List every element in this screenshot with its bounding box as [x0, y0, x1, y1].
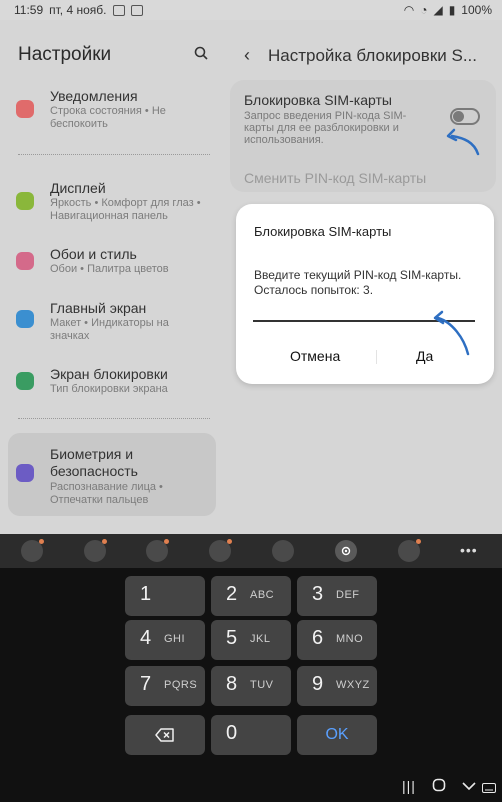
home-button-icon[interactable] [432, 778, 446, 795]
ok-key[interactable]: OK [297, 715, 377, 755]
search-icon[interactable] [398, 539, 421, 562]
status-time: 11:59 [14, 3, 44, 17]
item-title: Экран блокировки [50, 366, 168, 382]
item-title: Дисплей [50, 180, 106, 196]
navigation-bar: ||| [0, 772, 502, 802]
divider [18, 418, 210, 419]
battery-percent: 100% [461, 3, 492, 17]
status-date: пт, 4 нояб. [49, 3, 107, 17]
key-8[interactable]: 8 TUV [211, 666, 291, 706]
item-subtitle: Яркость • Комфорт для глаз • Навигационн… [50, 197, 201, 222]
home-icon [16, 310, 34, 328]
sidebar-item-lock-screen[interactable]: Экран блокировки Тип блокировки экрана [10, 364, 216, 400]
keyboard-toolbar: ••• [0, 534, 502, 568]
cancel-button[interactable]: Отмена [290, 348, 340, 364]
dialog-message: Введите текущий PIN-код SIM-карты. Остал… [254, 268, 462, 297]
search-icon[interactable] [194, 46, 208, 60]
item-title: Обои и стиль [50, 246, 137, 262]
back-chevron-icon[interactable] [462, 778, 476, 794]
wifi-icon: ◔ [420, 3, 428, 17]
emoji-icon[interactable] [21, 539, 44, 562]
sim-lock-subtitle: Запрос введения PIN-кода SIM-карты для е… [244, 110, 407, 146]
annotation-arrow-input [433, 310, 470, 356]
item-subtitle: Тип блокировки экрана [50, 383, 168, 395]
screen: 11:59 пт, 4 нояб. ◠ ◔ ◢ ▮ 100% Настройки [0, 0, 502, 802]
image-icon [112, 4, 125, 16]
item-subtitle: Распознавание лица • Отпечатки пальцев [50, 481, 163, 506]
sidebar-item-home-screen[interactable]: Главный экран Макет • Индикаторы на знач… [10, 298, 216, 346]
wifi-call-icon: ◠ [403, 3, 415, 17]
sidebar-item-display[interactable]: Дисплей Яркость • Комфорт для глаз • Нав… [10, 178, 216, 226]
item-title: Главный экран [50, 300, 147, 316]
battery-icon: ▮ [448, 3, 456, 17]
notification-icon [130, 4, 143, 16]
sim-lock-title[interactable]: Блокировка SIM-карты [244, 92, 392, 108]
shield-icon [16, 464, 34, 482]
key-9[interactable]: 9 WXYZ [297, 666, 377, 706]
button-divider [376, 350, 377, 364]
page-title: Настройки [18, 44, 112, 65]
item-subtitle: Обои • Палитра цветов [50, 263, 169, 275]
sun-icon [16, 192, 34, 210]
dialog-title: Блокировка SIM-карты [254, 224, 392, 239]
recent-apps-icon[interactable]: ||| [402, 778, 416, 794]
key-1[interactable]: 1 [125, 576, 205, 616]
backspace-key[interactable] [125, 715, 205, 755]
key-6[interactable]: 6 MNO [297, 620, 377, 660]
settings-list-pane: Настройки Уведомления Строка состояния •… [0, 20, 226, 534]
key-4[interactable]: 4 GHI [125, 620, 205, 660]
divider [18, 154, 210, 155]
back-arrow-icon[interactable]: ‹ [244, 45, 250, 66]
sticker-icon[interactable] [84, 539, 107, 562]
sidebar-item-wallpaper[interactable]: Обои и стиль Обои • Палитра цветов [10, 244, 216, 280]
gif-icon[interactable] [209, 539, 232, 562]
item-title: Уведомления [50, 88, 138, 104]
key-7[interactable]: 7 PQRS [125, 666, 205, 706]
mic-icon[interactable] [272, 540, 294, 562]
key-2[interactable]: 2 ABC [211, 576, 291, 616]
sidebar-item-biometrics[interactable]: Биометрия и безопасность Распознавание л… [10, 444, 216, 508]
change-pin-item[interactable]: Сменить PIN-код SIM-карты [244, 170, 426, 186]
status-bar: 11:59 пт, 4 нояб. ◠ ◔ ◢ ▮ 100% [0, 0, 502, 20]
key-3[interactable]: 3 DEF [297, 576, 377, 616]
key-0[interactable]: 0 [211, 715, 291, 755]
annotation-arrow-toggle [446, 128, 480, 156]
item-subtitle: Макет • Индикаторы на значках [50, 317, 169, 342]
keyboard-icon[interactable] [482, 780, 496, 796]
item-subtitle: Строка состояния • Не беспокоить [50, 105, 166, 130]
palette-icon [16, 252, 34, 270]
gear-icon[interactable] [335, 540, 357, 562]
signal-icon: ◢ [433, 3, 443, 17]
bell-icon [16, 100, 34, 118]
lock-icon [16, 372, 34, 390]
detail-title: Настройка блокировки S... [268, 46, 477, 65]
sidebar-item-notifications[interactable]: Уведомления Строка состояния • Не беспок… [10, 86, 216, 134]
clipboard-icon[interactable] [146, 539, 169, 562]
key-5[interactable]: 5 JKL [211, 620, 291, 660]
more-icon[interactable]: ••• [460, 542, 478, 558]
item-title: Биометрия и безопасность [50, 446, 138, 479]
numeric-keypad: 1 2 ABC 3 DEF 4 GHI 5 JKL 6 MNO 7 PQRS 8 TUV 9W… [0, 568, 502, 772]
backspace-icon [155, 728, 174, 742]
